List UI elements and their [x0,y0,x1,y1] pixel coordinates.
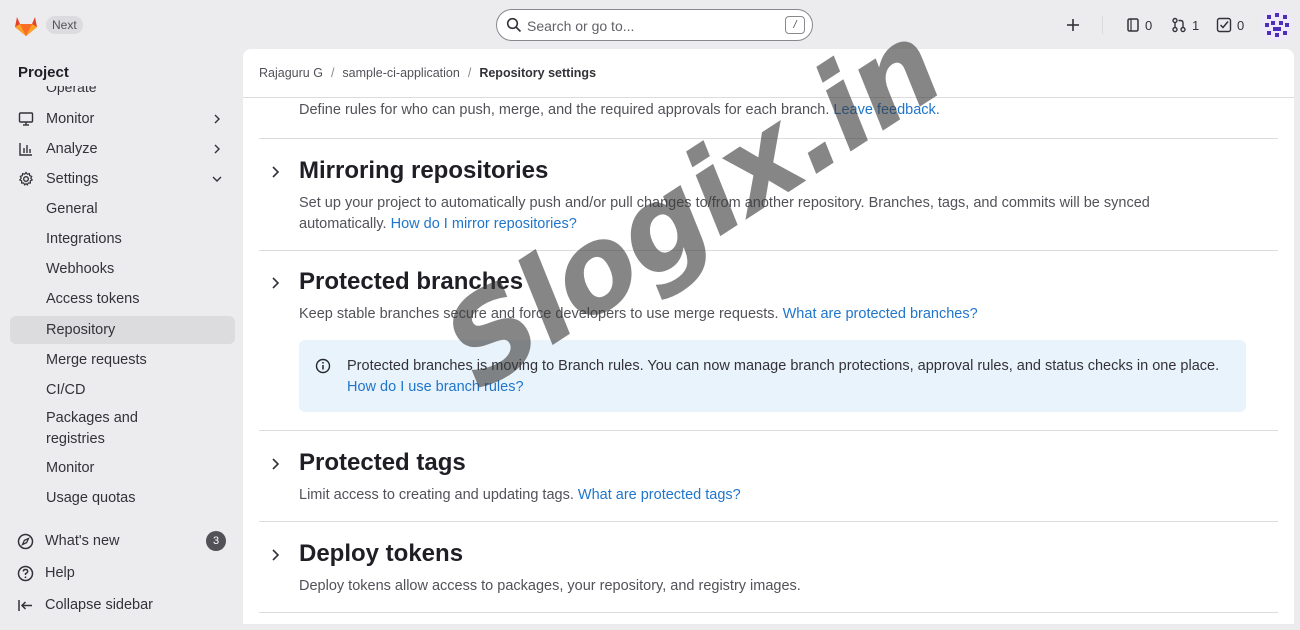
chart-icon [19,143,32,156]
sidebar-item-operate[interactable]: Operate [10,86,235,98]
merge-request-icon [1172,17,1186,33]
section-description: Keep stable branches secure and force de… [299,304,1199,325]
issues-count: 0 [1145,17,1153,33]
monitor-icon [18,112,34,126]
todos-button[interactable]: 0 [1216,14,1244,36]
issues-icon [1127,18,1139,32]
section-description-text: Limit access to creating and updating ta… [299,487,574,503]
section-divider [259,250,1278,251]
merge-requests-count: 1 [1192,17,1200,33]
chevron-right-icon [214,114,220,124]
collapse-left-icon [18,600,32,611]
section-divider [259,612,1278,613]
help-label: Help [45,565,75,581]
branch-rules-info-alert: Protected branches is moving to Branch r… [299,340,1246,412]
chevron-right-icon[interactable] [267,164,283,180]
breadcrumb-current: Repository settings [479,66,597,80]
breadcrumb-divider [243,97,1294,98]
help-icon [17,565,34,582]
section-description: Set up your project to automatically pus… [299,193,1199,235]
mirror-help-link[interactable]: How do I mirror repositories? [391,216,577,232]
sidebar-subitem-monitor[interactable]: Monitor [10,458,235,479]
search-placeholder: Search or go to... [527,18,635,34]
sidebar-item-label: Operate [46,86,97,95]
branch-rules-text: Define rules for who can push, merge, an… [299,102,830,118]
user-avatar[interactable] [1261,9,1293,41]
chevron-right-icon [214,144,220,154]
branch-rules-description: Define rules for who can push, merge, an… [299,102,940,118]
sidebar-subitem-usage-quotas[interactable]: Usage quotas [10,488,235,509]
search-input[interactable]: Search or go to... / [496,9,813,41]
search-icon [506,17,522,33]
alert-message: Protected branches is moving to Branch r… [347,356,1227,397]
search-shortcut-key: / [785,16,805,34]
breadcrumb-separator: / [330,66,335,80]
todo-check-icon [1216,17,1232,33]
section-description-text: Keep stable branches secure and force de… [299,306,779,322]
section-title[interactable]: Deploy tokens [299,539,463,569]
help-button[interactable]: Help [10,560,235,586]
section-divider [259,430,1278,431]
section-title[interactable]: Protected tags [299,448,466,478]
top-bar: Next Search or go to... / 0 1 0 [0,0,1300,50]
whats-new-button[interactable]: What's new 3 [10,528,235,554]
sidebar-item-analyze[interactable]: Analyze [10,136,235,162]
breadcrumb-user[interactable]: Rajaguru G [259,66,323,80]
sidebar: Project Operate Monitor Analyze Settings… [0,50,243,630]
next-badge[interactable]: Next [46,16,83,34]
chevron-right-icon[interactable] [267,456,283,472]
sidebar-subitem-merge-requests[interactable]: Merge requests [10,350,235,371]
protected-branches-help-link[interactable]: What are protected branches? [783,306,978,322]
collapse-sidebar-label: Collapse sidebar [45,597,154,613]
chevron-right-icon[interactable] [267,275,283,291]
sidebar-subitem-packages-registries[interactable]: Packages and registries [10,408,170,450]
todos-count: 0 [1237,17,1245,33]
leave-feedback-link[interactable]: Leave feedback. [833,102,939,118]
sidebar-subitem-cicd[interactable]: CI/CD [10,380,235,401]
sidebar-heading: Project [18,64,69,81]
main-panel: Rajaguru G / sample-ci-application / Rep… [243,49,1294,624]
branch-rules-help-link[interactable]: How do I use branch rules? [347,379,524,395]
issues-button[interactable]: 0 [1126,14,1152,36]
chevron-down-icon [212,176,222,182]
section-description-text: Deploy tokens allow access to packages, … [299,578,801,594]
info-icon [315,358,331,374]
sidebar-item-settings[interactable]: Settings [10,166,235,192]
sidebar-item-monitor[interactable]: Monitor [10,106,235,132]
sidebar-item-label: Analyze [46,141,98,157]
section-mirroring-repositories: Mirroring repositories Set up your proje… [259,156,1278,236]
sidebar-item-label: Monitor [46,111,95,127]
sidebar-item-label: Settings [46,171,99,187]
compass-icon [17,533,34,550]
section-title[interactable]: Mirroring repositories [299,156,548,186]
gitlab-logo-icon[interactable] [12,11,40,39]
sidebar-subitem-general[interactable]: General [10,199,235,220]
section-description: Deploy tokens allow access to packages, … [299,576,1199,597]
section-protected-branches: Protected branches Keep stable branches … [259,267,1278,327]
alert-text: Protected branches is moving to Branch r… [347,358,1220,374]
topbar-divider [1102,16,1103,34]
collapse-sidebar-button[interactable]: Collapse sidebar [10,592,235,618]
plus-icon[interactable] [1065,17,1081,33]
section-title[interactable]: Protected branches [299,267,523,297]
section-divider [259,138,1278,139]
breadcrumb-separator: / [467,66,472,80]
whats-new-count-badge: 3 [206,531,226,551]
section-protected-tags: Protected tags Limit access to creating … [259,448,1278,508]
sidebar-subitem-integrations[interactable]: Integrations [10,229,235,250]
whats-new-label: What's new [45,533,120,549]
sidebar-subitem-access-tokens[interactable]: Access tokens [10,289,235,310]
breadcrumb-project[interactable]: sample-ci-application [342,66,459,80]
section-deploy-tokens: Deploy tokens Deploy tokens allow access… [259,539,1278,599]
section-description: Limit access to creating and updating ta… [299,485,1199,506]
breadcrumb: Rajaguru G / sample-ci-application / Rep… [259,66,596,80]
protected-tags-help-link[interactable]: What are protected tags? [578,487,741,503]
chevron-right-icon[interactable] [267,547,283,563]
merge-requests-button[interactable]: 1 [1171,14,1199,36]
sidebar-subitem-webhooks[interactable]: Webhooks [10,259,235,280]
section-divider [259,521,1278,522]
gear-icon [18,171,34,186]
sidebar-subitem-repository[interactable]: Repository [10,316,235,344]
